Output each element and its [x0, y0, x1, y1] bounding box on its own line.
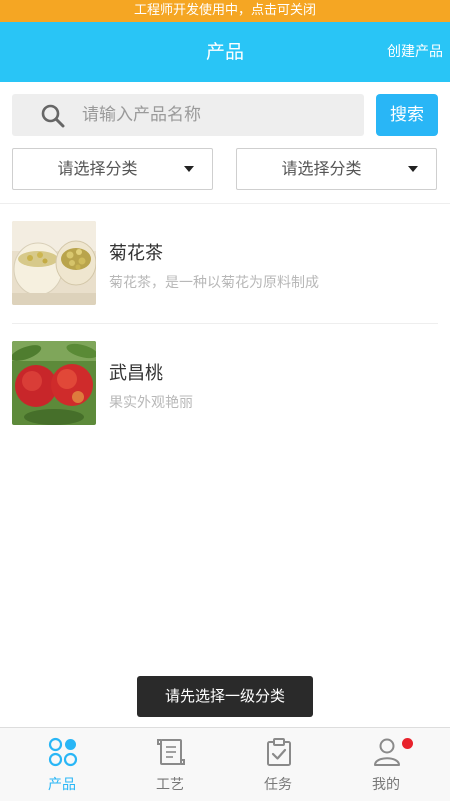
search-box[interactable] — [12, 94, 364, 136]
category-select-level1[interactable]: 请选择分类 — [12, 148, 213, 190]
category-select-level2[interactable]: 请选择分类 — [236, 148, 437, 190]
search-button[interactable]: 搜索 — [376, 94, 438, 136]
page-title: 产品 — [205, 41, 244, 63]
tab-products[interactable]: 产品 — [6, 728, 118, 801]
tab-label: 产品 — [48, 777, 76, 793]
caret-down-icon — [408, 166, 418, 172]
search-row: 搜索 — [0, 82, 450, 142]
search-icon — [41, 104, 65, 128]
search-input[interactable] — [82, 94, 362, 136]
tab-label: 任务 — [264, 777, 292, 793]
tab-label: 工艺 — [156, 777, 184, 793]
category-select-label: 请选择分类 — [57, 159, 138, 178]
tab-tasks[interactable]: 任务 — [222, 728, 334, 801]
peach-image — [12, 341, 96, 425]
product-thumbnail — [12, 221, 96, 305]
product-description: 果实外观艳丽 — [109, 395, 193, 411]
create-product-button[interactable]: 创建产品 — [387, 22, 443, 82]
category-select-label: 请选择分类 — [281, 159, 362, 178]
tab-mine[interactable]: 我的 — [330, 728, 442, 801]
caret-down-icon — [184, 166, 194, 172]
tab-label: 我的 — [372, 777, 400, 793]
tab-craft[interactable]: 工艺 — [114, 728, 226, 801]
dev-mode-banner[interactable]: 工程师开发使用中，点击可关闭 — [0, 0, 450, 22]
product-name: 菊花茶 — [109, 243, 163, 264]
toast-message: 请先选择一级分类 — [137, 676, 313, 717]
clover-icon — [48, 737, 78, 767]
product-thumbnail — [12, 341, 96, 425]
notification-dot — [402, 738, 413, 749]
bottom-tab-bar: 产品 工艺 任务 我的 — [0, 727, 450, 801]
nav-bar: 产品 创建产品 — [0, 22, 450, 82]
user-icon — [374, 738, 400, 766]
product-list-item[interactable]: 武昌桃 果实外观艳丽 — [0, 324, 450, 444]
clipboard-check-icon — [267, 738, 291, 766]
product-name: 武昌桃 — [109, 363, 163, 384]
product-description: 菊花茶，是一种以菊花为原料制成 — [109, 275, 319, 291]
chrysanthemum-tea-image — [12, 221, 96, 305]
scroll-icon — [157, 739, 185, 765]
product-list-item[interactable]: 菊花茶 菊花茶，是一种以菊花为原料制成 — [0, 204, 450, 324]
